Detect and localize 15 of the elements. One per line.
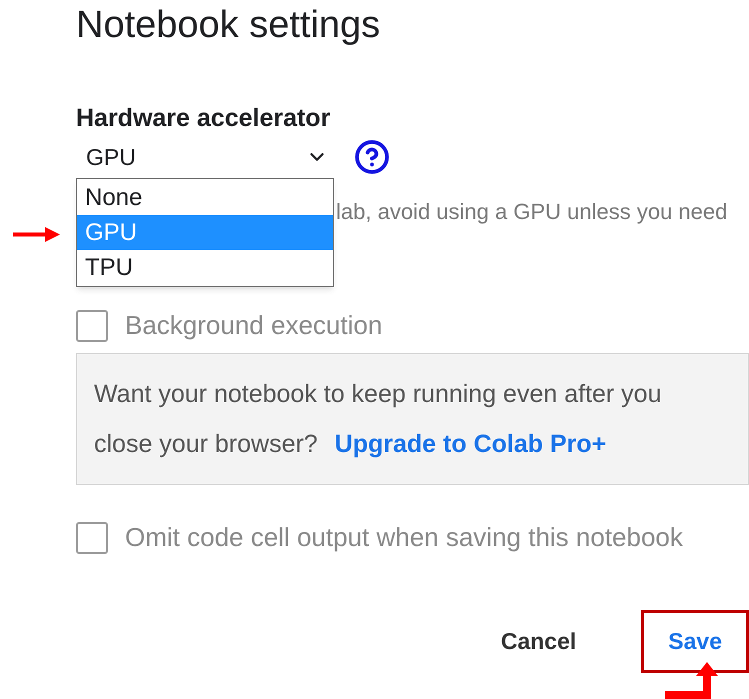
accelerator-select[interactable]: GPU — [76, 143, 332, 171]
save-button[interactable]: Save — [641, 610, 749, 673]
dropdown-option[interactable]: TPU — [77, 250, 333, 285]
help-icon[interactable] — [354, 139, 390, 175]
checkbox-label: Omit code cell output when saving this notebook — [125, 521, 683, 554]
upsell-text: Want your notebook to keep running even after you close your browser? Upgrade to Colab Pro+ — [94, 379, 662, 460]
annotation-arrow — [13, 227, 60, 242]
checkbox[interactable] — [76, 522, 108, 554]
hint-text: lab, avoid using a GPU unless you need — [336, 198, 728, 226]
upgrade-link[interactable]: Upgrade to Colab Pro+ — [334, 430, 606, 458]
field-label: Hardware accelerator — [76, 103, 332, 133]
dropdown-option[interactable]: None — [77, 180, 333, 215]
dialog-title: Notebook settings — [76, 3, 382, 48]
cancel-button[interactable]: Cancel — [474, 610, 604, 673]
checkbox-label: Background execution — [125, 309, 382, 342]
